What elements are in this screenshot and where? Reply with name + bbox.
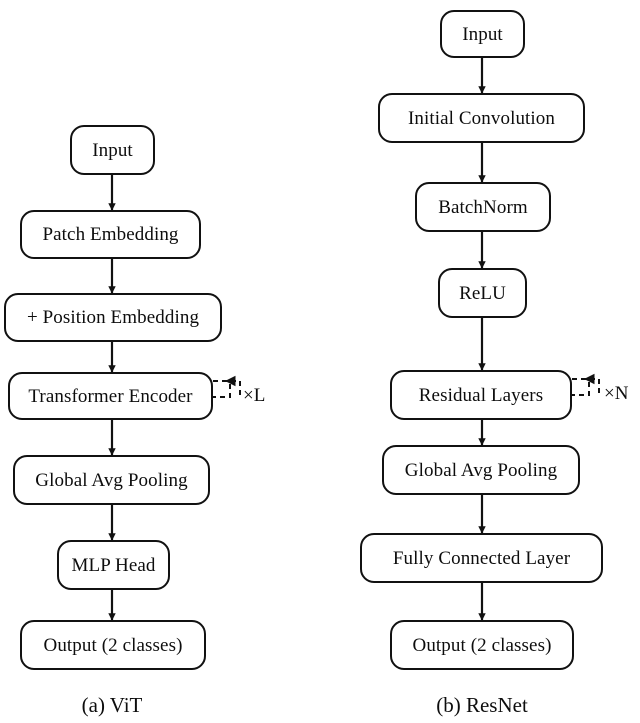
node-vit-input: Input <box>70 125 155 175</box>
node-res-bn: BatchNorm <box>415 182 551 232</box>
node-label: Transformer Encoder <box>28 385 193 407</box>
node-label: BatchNorm <box>438 196 528 218</box>
node-label: Global Avg Pooling <box>35 469 188 491</box>
node-vit-pos: + Position Embedding <box>4 293 222 342</box>
node-vit-gap: Global Avg Pooling <box>13 455 210 505</box>
node-vit-output: Output (2 classes) <box>20 620 206 670</box>
loop-multiplier-label-vit: ×L <box>243 385 266 406</box>
node-res-relu: ReLU <box>438 268 527 318</box>
loop-multiplier-label-resnet: ×N <box>604 383 629 404</box>
node-res-gap: Global Avg Pooling <box>382 445 580 495</box>
node-res-output: Output (2 classes) <box>390 620 574 670</box>
node-label: Patch Embedding <box>42 224 179 245</box>
panel-caption-vit: (a) ViT <box>81 693 143 717</box>
node-label: Input <box>462 23 503 45</box>
node-label: ReLU <box>459 282 506 304</box>
node-label: Initial Convolution <box>407 107 556 129</box>
node-label: Global Avg Pooling <box>404 459 558 481</box>
node-label: Fully Connected Layer <box>392 547 571 569</box>
panel-caption-resnet: (b) ResNet <box>436 693 528 717</box>
node-res-layers: Residual Layers <box>390 370 572 420</box>
resnet-loop-arrow <box>570 373 600 396</box>
node-res-conv: Initial Convolution <box>378 93 585 143</box>
node-label: Input <box>92 139 133 161</box>
node-res-fc: Fully Connected Layer <box>360 533 603 583</box>
node-label: MLP Head <box>71 554 156 576</box>
node-vit-encoder: Transformer Encoder <box>8 372 213 420</box>
node-label: Output (2 classes) <box>412 634 552 656</box>
vit-loop-arrow <box>211 375 241 398</box>
node-vit-patch: Patch Embedding <box>20 210 201 259</box>
node-label: + Position Embedding <box>26 307 200 328</box>
node-label: Residual Layers <box>418 384 544 406</box>
node-label: Output (2 classes) <box>43 634 183 656</box>
architecture-diagram: Input Patch Embedding + Position Embedding… <box>0 0 640 723</box>
node-res-input: Input <box>440 10 525 58</box>
node-vit-mlp: MLP Head <box>57 540 170 590</box>
